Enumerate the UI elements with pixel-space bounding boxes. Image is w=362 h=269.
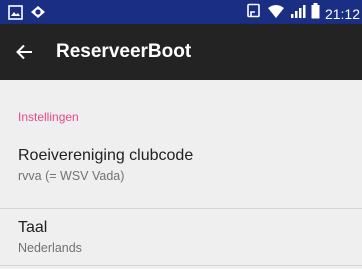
clubcode-preference[interactable]: Roeivereniging clubcode rvva (= WSV Vada… bbox=[18, 146, 193, 184]
nfc-icon bbox=[246, 3, 262, 24]
divider bbox=[0, 208, 362, 209]
settings-category-header: Instellingen bbox=[18, 110, 79, 124]
status-bar: 21:12 bbox=[0, 0, 362, 24]
preference-summary: rvva (= WSV Vada) bbox=[18, 169, 125, 183]
page-title: ReserveerBoot bbox=[56, 41, 192, 62]
preference-summary: Nederlands bbox=[18, 241, 82, 255]
app-toolbar: ReserveerBoot bbox=[0, 24, 362, 80]
divider bbox=[0, 265, 362, 266]
wifi-icon bbox=[267, 4, 285, 24]
preference-title: Roeivereniging clubcode bbox=[18, 147, 194, 164]
settings-list: Instellingen Roeivereniging clubcode rvv… bbox=[0, 80, 362, 269]
language-preference[interactable]: Taal Nederlands bbox=[18, 218, 82, 256]
status-time: 21:12 bbox=[324, 5, 360, 22]
signal-icon bbox=[290, 4, 306, 24]
arrow-back-icon[interactable] bbox=[12, 40, 36, 64]
app-notification-icon bbox=[29, 4, 47, 25]
preference-title: Taal bbox=[18, 219, 48, 236]
image-icon bbox=[8, 4, 23, 25]
battery-icon bbox=[311, 3, 320, 24]
